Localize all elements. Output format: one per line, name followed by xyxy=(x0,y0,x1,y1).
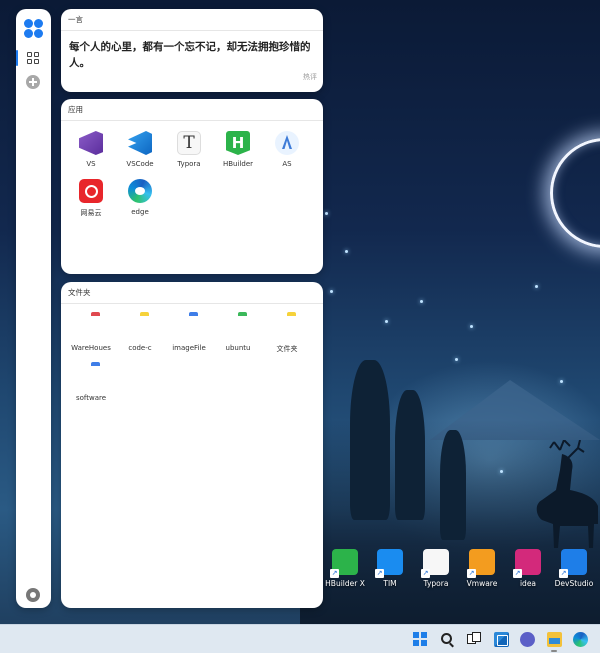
app-label: VSCode xyxy=(126,160,154,168)
folder-icon xyxy=(275,315,299,339)
shortcut-label: DevStudio xyxy=(554,579,594,588)
folder-item-imagefile[interactable]: imageFile xyxy=(164,315,214,352)
desktop-shortcut-idea[interactable]: idea xyxy=(506,549,550,588)
folders-card-title: 文件夹 xyxy=(61,282,323,304)
running-indicator xyxy=(551,650,557,652)
hbuilderx-icon xyxy=(330,549,358,578)
app-label: 网易云 xyxy=(80,209,102,217)
folder-icon xyxy=(128,315,152,339)
app-label: HBuilder xyxy=(222,160,254,168)
desktop-shortcut-hbuilderx[interactable]: HBuilder X xyxy=(323,549,367,588)
widgets-icon[interactable] xyxy=(494,632,509,647)
vmware-icon xyxy=(467,549,495,578)
folder-label: 文件夹 xyxy=(276,345,298,353)
app-label: AS xyxy=(282,160,292,168)
deer-silhouette xyxy=(536,440,598,548)
apps-grid-icon[interactable] xyxy=(27,52,39,64)
typora-icon: T xyxy=(177,131,201,155)
vscode-icon xyxy=(128,131,152,155)
hbuilder-icon: H xyxy=(226,131,250,155)
settings-icon[interactable] xyxy=(26,588,40,602)
app-item-hbuilder[interactable]: H HBuilder xyxy=(213,131,263,168)
desktop-shortcut-devstudio[interactable]: DevStudio xyxy=(552,549,596,588)
folder-label: WareHoues xyxy=(71,344,111,352)
sidebar xyxy=(16,9,51,608)
clover-logo-icon[interactable] xyxy=(24,19,43,38)
shortcut-label: HBuilder X xyxy=(325,579,365,588)
app-item-vscode[interactable]: VSCode xyxy=(115,131,165,168)
app-item-netease[interactable]: 网易云 xyxy=(66,179,116,218)
app-label: Typora xyxy=(177,160,201,168)
app-item-as[interactable]: AS xyxy=(262,131,312,168)
folders-card: 文件夹 WareHoues code-c imageFile ubuntu 文件… xyxy=(61,282,323,608)
tim-icon xyxy=(375,549,403,578)
folder-item-software[interactable]: software xyxy=(66,365,116,402)
windows-start-icon[interactable] xyxy=(413,632,428,647)
app-label: edge xyxy=(131,208,149,216)
quote-text: 每个人的心里，都有一个忘不记，却无法拥抱珍惜的人。 xyxy=(69,41,311,69)
search-icon[interactable] xyxy=(441,633,452,644)
typora-icon xyxy=(421,549,449,578)
apps-card-title: 应用 xyxy=(61,99,323,121)
netease-music-icon xyxy=(79,179,103,203)
shortcut-label: Typora xyxy=(423,579,449,588)
devstudio-icon xyxy=(559,549,587,578)
quote-card-title: 一言 xyxy=(61,9,323,31)
folder-item-ubuntu[interactable]: ubuntu xyxy=(213,315,263,352)
folder-label: software xyxy=(75,394,107,402)
folder-icon xyxy=(79,365,103,389)
folder-icon xyxy=(226,315,250,339)
task-view-icon[interactable] xyxy=(467,632,482,647)
folder-item-warehoues[interactable]: WareHoues xyxy=(66,315,116,352)
desktop-shortcut-typora[interactable]: Typora xyxy=(414,549,458,588)
folder-item-wenjianjia[interactable]: 文件夹 xyxy=(262,315,312,354)
folder-item-code-c[interactable]: code-c xyxy=(115,315,165,352)
folder-label: code-c xyxy=(128,344,152,352)
app-item-typora[interactable]: T Typora xyxy=(164,131,214,168)
folder-label: ubuntu xyxy=(225,344,251,352)
app-item-edge[interactable]: edge xyxy=(115,179,165,216)
app-label: VS xyxy=(86,160,96,168)
shortcut-label: TIM xyxy=(383,579,397,588)
edge-icon xyxy=(128,179,152,203)
active-indicator xyxy=(16,50,18,66)
folder-icon xyxy=(177,315,201,339)
folder-label: imageFile xyxy=(172,344,206,352)
edge-icon[interactable] xyxy=(573,632,588,647)
quote-card: 一言 每个人的心里，都有一个忘不记，却无法拥抱珍惜的人。 热评 xyxy=(61,9,323,92)
taskbar xyxy=(0,624,600,653)
desktop-shortcut-tim[interactable]: TIM xyxy=(368,549,412,588)
add-icon[interactable] xyxy=(26,75,40,89)
quote-source: 热评 xyxy=(303,73,317,81)
intellij-idea-icon xyxy=(513,549,541,578)
android-studio-icon xyxy=(275,131,299,155)
shortcut-label: Vmware xyxy=(466,579,498,588)
file-explorer-icon[interactable] xyxy=(547,632,562,647)
desktop-shortcut-vmware[interactable]: Vmware xyxy=(460,549,504,588)
shortcut-label: idea xyxy=(519,579,537,588)
chat-icon[interactable] xyxy=(520,632,535,647)
moon-ring xyxy=(550,138,600,248)
visual-studio-icon xyxy=(79,131,103,155)
apps-card: 应用 VS VSCode T Typora H HBuilder AS 网易云 … xyxy=(61,99,323,274)
app-item-vs[interactable]: VS xyxy=(66,131,116,168)
folder-icon xyxy=(79,315,103,339)
